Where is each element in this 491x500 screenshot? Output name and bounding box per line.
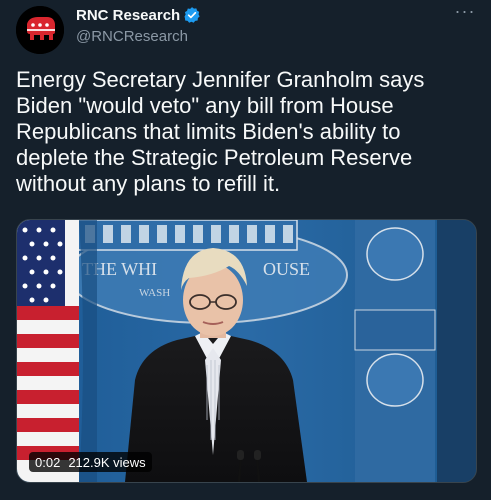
more-horizontal-icon: ··· [454,1,476,21]
video-info-badge: 0:02 212.9K views [29,452,152,472]
author-name-row[interactable]: RNC Research [76,6,201,24]
tweet-text: Energy Secretary Jennifer Granholm says … [16,67,431,196]
video-player[interactable]: THE WHI OUSE WASH 0:02 212.9K views [16,219,477,483]
video-duration: 0:02 [35,454,61,470]
american-flag [17,220,97,482]
more-options-button[interactable]: ··· [451,1,479,24]
avatar[interactable] [16,6,64,54]
video-views: 212.9K views [68,454,146,470]
author-handle[interactable]: @RNCResearch [76,28,188,45]
backdrop-text-2: OUSE [263,259,310,279]
video-thumbnail: THE WHI OUSE WASH [17,220,476,482]
tweet: RNC Research @RNCResearch ··· Energy Sec… [0,0,491,500]
author-display-name[interactable]: RNC Research [76,7,180,24]
republican-elephant-icon [16,6,64,54]
verified-badge-icon [184,7,200,23]
backdrop-text-3: WASH [139,287,170,299]
